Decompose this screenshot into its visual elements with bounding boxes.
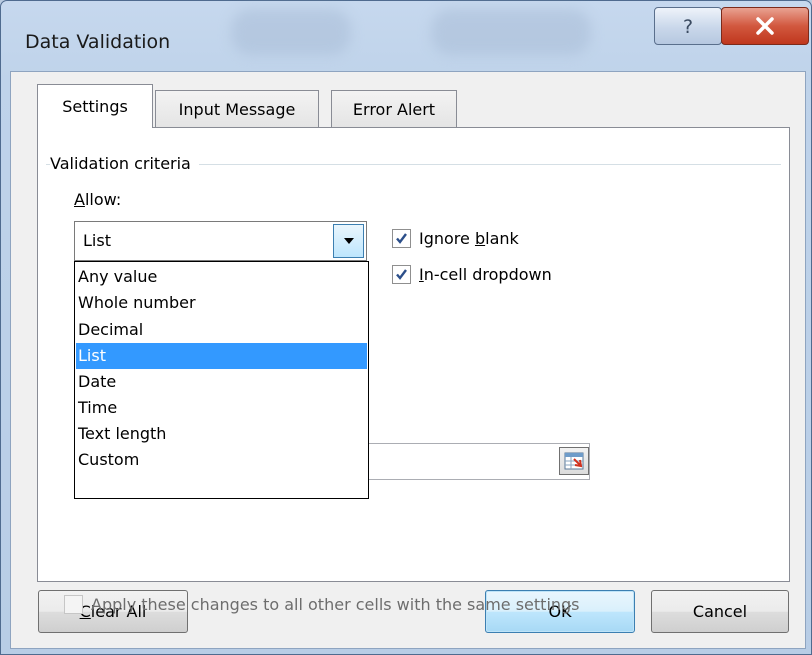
dropdown-option-custom[interactable]: Custom — [76, 447, 367, 473]
incell-dropdown-checkbox[interactable] — [392, 265, 411, 284]
allow-dropdown-list: Any value Whole number Decimal List Date… — [74, 261, 369, 499]
incell-dropdown-label: In-cell dropdown — [419, 265, 552, 284]
dropdown-option-list[interactable]: List — [76, 343, 367, 369]
tab-settings-label: Settings — [62, 97, 128, 116]
close-button[interactable] — [721, 7, 809, 45]
dropdown-option-date[interactable]: Date — [76, 369, 367, 395]
dropdown-option-whole-number[interactable]: Whole number — [76, 290, 367, 316]
tab-error-alert[interactable]: Error Alert — [331, 90, 457, 128]
apply-all-checkbox — [64, 595, 83, 614]
incell-dropdown-row[interactable]: In-cell dropdown — [392, 265, 552, 284]
tab-input-message-label: Input Message — [178, 100, 296, 119]
allow-combobox-value: List — [83, 231, 111, 250]
ignore-blank-checkbox[interactable] — [392, 229, 411, 248]
allow-dropdown-button[interactable] — [333, 224, 364, 258]
cancel-button[interactable]: Cancel — [651, 590, 789, 633]
apply-all-row: Apply these changes to all other cells w… — [64, 595, 580, 614]
svg-text:?: ? — [683, 16, 693, 38]
dropdown-option-text-length[interactable]: Text length — [76, 421, 367, 447]
ignore-blank-label: Ignore blank — [419, 229, 519, 248]
ignore-blank-row[interactable]: Ignore blank — [392, 229, 519, 248]
close-icon — [756, 17, 774, 35]
window-title: Data Validation — [25, 31, 171, 53]
data-validation-dialog: Data Validation ? Settings Input Message… — [0, 0, 812, 655]
checkmark-icon — [396, 233, 407, 244]
tab-input-message[interactable]: Input Message — [155, 90, 319, 128]
dropdown-option-time[interactable]: Time — [76, 395, 367, 421]
allow-label: Allow: — [74, 190, 122, 209]
apply-all-label: Apply these changes to all other cells w… — [91, 595, 580, 614]
tab-error-alert-label: Error Alert — [352, 100, 436, 119]
allow-combobox[interactable]: List — [74, 221, 367, 261]
checkmark-icon — [396, 269, 407, 280]
background-blur — [231, 9, 351, 55]
dropdown-option-decimal[interactable]: Decimal — [76, 317, 367, 343]
help-button[interactable]: ? — [654, 7, 722, 45]
validation-criteria-label: Validation criteria — [50, 154, 199, 173]
range-picker-button[interactable] — [559, 447, 589, 475]
dropdown-option-any-value[interactable]: Any value — [76, 264, 367, 290]
dialog-body: Settings Input Message Error Alert Valid… — [10, 71, 806, 649]
chevron-down-icon — [343, 238, 354, 244]
collapse-dialog-icon — [564, 452, 584, 470]
help-icon: ? — [683, 16, 693, 38]
tab-settings[interactable]: Settings — [37, 84, 153, 128]
settings-panel: Validation criteria Allow: List Any valu… — [37, 127, 790, 614]
source-input[interactable] — [368, 443, 590, 480]
background-blur — [431, 9, 591, 55]
